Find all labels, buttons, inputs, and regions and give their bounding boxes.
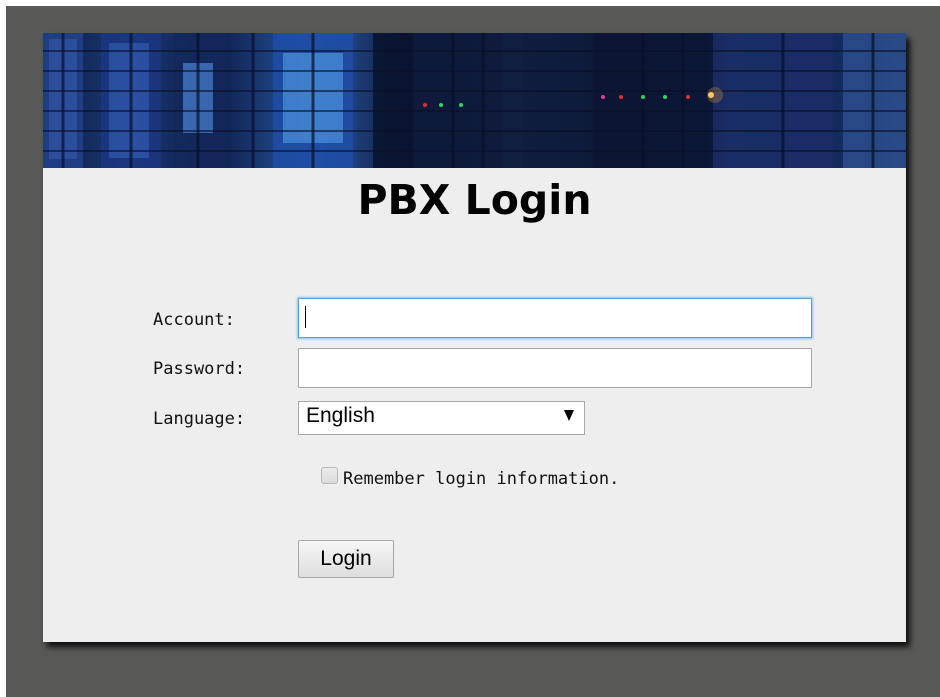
account-input[interactable]: [298, 298, 812, 338]
remember-checkbox[interactable]: [321, 467, 338, 484]
language-select-value: English: [306, 404, 375, 427]
login-panel: PBX Login Account: Password: Language: E…: [43, 33, 906, 642]
chevron-down-icon: [564, 410, 574, 421]
password-input[interactable]: [298, 348, 812, 388]
password-label: Password:: [153, 359, 246, 379]
account-label: Account:: [153, 310, 235, 330]
language-select[interactable]: English: [298, 401, 585, 435]
server-rack-banner-image: [43, 33, 906, 168]
login-button[interactable]: Login: [298, 540, 394, 578]
remember-label[interactable]: Remember login information.: [343, 469, 619, 489]
text-cursor: [305, 306, 306, 328]
language-label: Language:: [153, 409, 246, 429]
page-title: PBX Login: [357, 176, 592, 224]
